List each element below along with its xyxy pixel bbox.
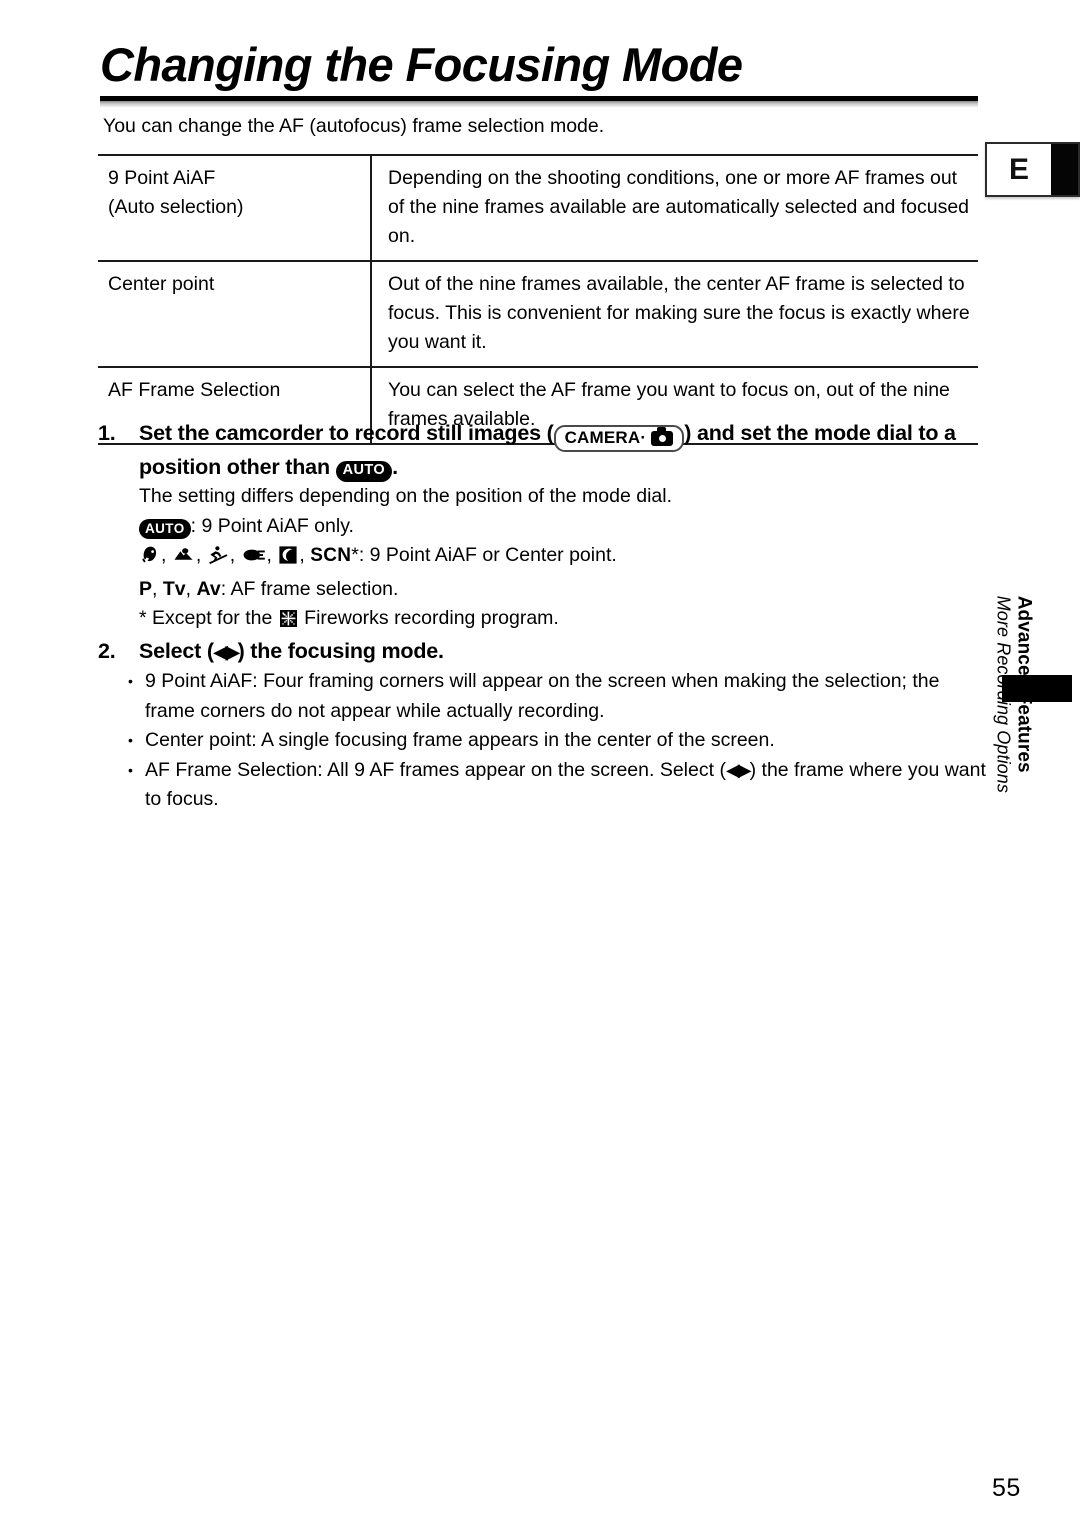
left-right-arrows-icon: ◀▶ bbox=[725, 759, 752, 780]
sports-icon bbox=[208, 545, 229, 575]
step-1-number: 1. bbox=[98, 421, 116, 445]
auto-mode-line-text: : 9 Point AiAF only. bbox=[190, 514, 354, 537]
scn-asterisk: * bbox=[351, 544, 359, 566]
step-1-heading: 1. Set the camcorder to record still ima… bbox=[98, 418, 988, 482]
section-tab-strip bbox=[1051, 144, 1078, 195]
portrait-icon bbox=[140, 545, 160, 575]
mode-name-line1: 9 Point AiAF bbox=[108, 167, 216, 189]
table-cell-mode: Center point bbox=[98, 261, 372, 367]
footnote-line: * Except for the Fireworks recording pro… bbox=[139, 604, 988, 638]
step-1: 1. Set the camcorder to record still ima… bbox=[98, 418, 988, 638]
list-item: • AF Frame Selection: All 9 AF frames ap… bbox=[128, 756, 988, 815]
mode-p-label: P bbox=[139, 577, 153, 600]
step-1-heading-part3: . bbox=[392, 455, 398, 479]
bullet-text-pre: AF Frame Selection: All 9 AF frames appe… bbox=[145, 758, 726, 781]
list-item: • Center point: A single focusing frame … bbox=[128, 726, 988, 756]
section-tab-e: E bbox=[985, 142, 1080, 197]
table-row: 9 Point AiAF (Auto selection) Depending … bbox=[98, 155, 978, 261]
step-2-heading-text: Select (◀▶) the focusing mode. bbox=[139, 636, 988, 667]
pav-modes-line: P, Tv, Av: AF frame selection. bbox=[139, 575, 988, 605]
spotlight-icon bbox=[242, 545, 266, 575]
focusing-mode-table: 9 Point AiAF (Auto selection) Depending … bbox=[98, 154, 978, 445]
scn-mode-label: SCN bbox=[310, 545, 352, 566]
page-title: Changing the Focusing Mode bbox=[100, 38, 743, 91]
scene-sep-1: , bbox=[161, 544, 172, 566]
step-1-body: The setting differs depending on the pos… bbox=[139, 482, 988, 638]
step-2: 2. Select (◀▶) the focusing mode. • 9 Po… bbox=[98, 636, 988, 815]
pav-line-text: : AF frame selection. bbox=[220, 577, 399, 600]
fireworks-icon bbox=[279, 608, 298, 638]
sidebar-section-title: Advanced Features bbox=[1013, 595, 1035, 773]
pav-sep-1: , bbox=[152, 577, 163, 600]
step-1-body-line1: The setting differs depending on the pos… bbox=[139, 485, 673, 507]
mode-tv-label: Tv bbox=[162, 577, 186, 600]
mode-name-line1: Center point bbox=[108, 273, 215, 295]
sidebar-section-subtitle: More Recording Options bbox=[993, 595, 1014, 794]
table-cell-description: Depending on the shooting conditions, on… bbox=[388, 167, 970, 247]
step-2-heading-part2: ) the focusing mode. bbox=[237, 639, 444, 663]
scene-sep-2: , bbox=[195, 544, 207, 566]
auto-mode-badge-inline: AUTO bbox=[139, 518, 191, 539]
step-2-bullets: • 9 Point AiAF: Four framing corners wil… bbox=[128, 667, 988, 815]
mode-name-line2: (Auto selection) bbox=[108, 196, 244, 218]
pav-sep-2: , bbox=[185, 577, 197, 600]
step-2-number: 2. bbox=[98, 639, 116, 663]
document-page: Changing the Focusing Mode You can chang… bbox=[0, 0, 1080, 1534]
left-right-arrows-icon: ◀▶ bbox=[213, 642, 240, 662]
table-row: Center point Out of the nine frames avai… bbox=[98, 261, 978, 367]
table-cell-mode: 9 Point AiAF (Auto selection) bbox=[98, 155, 372, 261]
sidebar-vertical-text: Advanced Features More Recording Options bbox=[993, 596, 1034, 856]
mode-name-line1: AF Frame Selection bbox=[108, 379, 281, 401]
landscape-icon bbox=[173, 545, 195, 575]
scene-sep-3: , bbox=[229, 544, 241, 566]
auto-mode-line: AUTO: 9 Point AiAF only. bbox=[139, 512, 988, 542]
footnote-post-text: Fireworks recording program. bbox=[304, 607, 559, 629]
title-rule-shadow bbox=[100, 101, 978, 107]
mode-av-label: Av bbox=[196, 577, 221, 600]
camera-badge-label: CAMERA· bbox=[564, 428, 647, 447]
scene-line-text: : 9 Point AiAF or Center point. bbox=[358, 544, 617, 566]
camera-mode-badge: CAMERA· bbox=[553, 425, 685, 452]
intro-text: You can change the AF (autofocus) frame … bbox=[103, 115, 605, 137]
bullet-text: AF Frame Selection: All 9 AF frames appe… bbox=[145, 756, 988, 815]
step-2-heading: 2. Select (◀▶) the focusing mode. bbox=[98, 636, 988, 667]
scene-sep-4: , bbox=[266, 544, 278, 566]
step-2-heading-part1: Select ( bbox=[139, 639, 214, 663]
night-icon bbox=[278, 545, 298, 575]
footnote-pre-text: * Except for the bbox=[139, 607, 273, 629]
step-1-heading-part1: Set the camcorder to record still images… bbox=[139, 421, 554, 445]
step-1-heading-text: Set the camcorder to record still images… bbox=[139, 418, 988, 482]
list-item: • 9 Point AiAF: Four framing corners wil… bbox=[128, 667, 988, 726]
still-camera-icon bbox=[651, 427, 674, 446]
bullet-marker: • bbox=[128, 761, 133, 778]
page-number: 55 bbox=[992, 1474, 1021, 1502]
section-tab-letter: E bbox=[1009, 152, 1030, 186]
auto-mode-badge: AUTO bbox=[335, 460, 393, 482]
bullet-text: Center point: A single focusing frame ap… bbox=[145, 729, 775, 751]
bullet-text: 9 Point AiAF: Four framing corners will … bbox=[145, 670, 940, 722]
table-cell-description: Out of the nine frames available, the ce… bbox=[388, 273, 970, 353]
bullet-marker: • bbox=[128, 732, 133, 748]
scene-modes-line: , , , , , SCN*: 9 Point AiAF or Center p… bbox=[139, 541, 988, 575]
bullet-marker: • bbox=[128, 673, 133, 689]
scene-sep-5: , bbox=[299, 544, 311, 566]
